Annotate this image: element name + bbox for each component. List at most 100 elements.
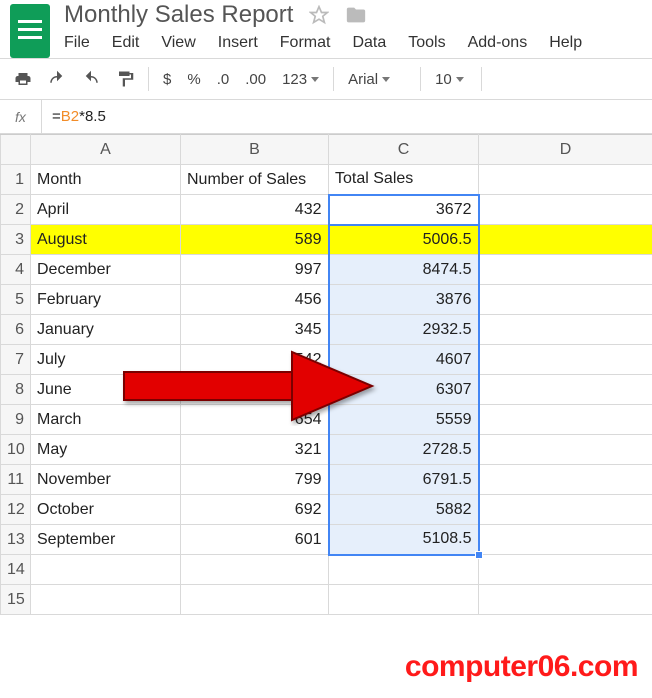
cell[interactable]: 5559: [329, 405, 479, 435]
paint-format-button[interactable]: [110, 64, 140, 94]
cell[interactable]: 4607: [329, 345, 479, 375]
cell[interactable]: May: [31, 435, 181, 465]
more-formats-button[interactable]: 123: [276, 71, 325, 88]
cell[interactable]: 589: [181, 225, 329, 255]
cell[interactable]: 654: [181, 405, 329, 435]
redo-button[interactable]: [76, 64, 106, 94]
cell[interactable]: January: [31, 315, 181, 345]
cell[interactable]: 321: [181, 435, 329, 465]
font-size-select[interactable]: 10: [429, 71, 473, 88]
row-header[interactable]: 1: [1, 165, 31, 195]
increase-decimal-button[interactable]: .00: [239, 71, 272, 88]
cell[interactable]: [479, 375, 652, 405]
row-header[interactable]: 14: [1, 555, 31, 585]
column-header-d[interactable]: D: [479, 135, 652, 165]
row-header[interactable]: 8: [1, 375, 31, 405]
cell[interactable]: Month: [31, 165, 181, 195]
cell[interactable]: [479, 405, 652, 435]
cell[interactable]: [181, 585, 329, 615]
column-header-c[interactable]: C: [329, 135, 479, 165]
percent-format-button[interactable]: %: [181, 71, 206, 88]
cell[interactable]: December: [31, 255, 181, 285]
menu-help[interactable]: Help: [549, 34, 582, 52]
cell[interactable]: [31, 585, 181, 615]
select-all-corner[interactable]: [1, 135, 31, 165]
cell[interactable]: 3876: [329, 285, 479, 315]
menu-view[interactable]: View: [161, 34, 195, 52]
cell[interactable]: November: [31, 465, 181, 495]
cell[interactable]: [479, 345, 652, 375]
cell[interactable]: [479, 525, 652, 555]
cell[interactable]: 6791.5: [329, 465, 479, 495]
cell[interactable]: [479, 255, 652, 285]
row-header[interactable]: 10: [1, 435, 31, 465]
cell[interactable]: [479, 225, 652, 255]
print-button[interactable]: [8, 64, 38, 94]
cell[interactable]: [479, 495, 652, 525]
font-family-select[interactable]: Arial: [342, 71, 412, 88]
row-header[interactable]: 2: [1, 195, 31, 225]
cell[interactable]: October: [31, 495, 181, 525]
row-header[interactable]: 6: [1, 315, 31, 345]
cell[interactable]: 542: [181, 345, 329, 375]
menu-file[interactable]: File: [64, 34, 90, 52]
menu-tools[interactable]: Tools: [408, 34, 445, 52]
cell[interactable]: 2728.5: [329, 435, 479, 465]
cell[interactable]: [479, 435, 652, 465]
cell[interactable]: [181, 555, 329, 585]
row-header[interactable]: 7: [1, 345, 31, 375]
sheets-app-icon[interactable]: [10, 4, 50, 58]
cell[interactable]: [479, 555, 652, 585]
cell[interactable]: 692: [181, 495, 329, 525]
row-header[interactable]: 11: [1, 465, 31, 495]
cell[interactable]: 5882: [329, 495, 479, 525]
cell[interactable]: [329, 555, 479, 585]
document-title[interactable]: Monthly Sales Report: [64, 1, 293, 29]
cell[interactable]: June: [31, 375, 181, 405]
cell[interactable]: 6307: [329, 375, 479, 405]
cell[interactable]: February: [31, 285, 181, 315]
cell[interactable]: Total Sales: [329, 165, 479, 195]
star-icon[interactable]: [309, 5, 329, 25]
cell[interactable]: [479, 465, 652, 495]
menu-format[interactable]: Format: [280, 34, 331, 52]
cell[interactable]: 456: [181, 285, 329, 315]
cell[interactable]: 8474.5: [329, 255, 479, 285]
fill-handle[interactable]: [475, 551, 483, 559]
folder-icon[interactable]: [345, 4, 367, 26]
cell[interactable]: 742: [181, 375, 329, 405]
cell[interactable]: [329, 585, 479, 615]
menu-data[interactable]: Data: [352, 34, 386, 52]
cell[interactable]: [479, 585, 652, 615]
column-header-b[interactable]: B: [181, 135, 329, 165]
menu-insert[interactable]: Insert: [218, 34, 258, 52]
row-header[interactable]: 12: [1, 495, 31, 525]
cell[interactable]: April: [31, 195, 181, 225]
row-header[interactable]: 13: [1, 525, 31, 555]
cell[interactable]: 5006.5: [329, 225, 479, 255]
cell[interactable]: 432: [181, 195, 329, 225]
cell[interactable]: 799: [181, 465, 329, 495]
row-header[interactable]: 15: [1, 585, 31, 615]
cell[interactable]: Number of Sales: [181, 165, 329, 195]
cell[interactable]: 997: [181, 255, 329, 285]
formula-input[interactable]: =B2*8.5: [42, 108, 652, 125]
row-header[interactable]: 5: [1, 285, 31, 315]
cell[interactable]: 3672: [329, 195, 479, 225]
cell[interactable]: August: [31, 225, 181, 255]
menu-edit[interactable]: Edit: [112, 34, 140, 52]
cell[interactable]: [479, 195, 652, 225]
row-header[interactable]: 4: [1, 255, 31, 285]
cell[interactable]: [479, 285, 652, 315]
column-header-a[interactable]: A: [31, 135, 181, 165]
cell[interactable]: [479, 165, 652, 195]
decrease-decimal-button[interactable]: .0: [211, 71, 236, 88]
menu-add-ons[interactable]: Add-ons: [468, 34, 528, 52]
cell[interactable]: 2932.5: [329, 315, 479, 345]
cell[interactable]: March: [31, 405, 181, 435]
currency-format-button[interactable]: $: [157, 71, 177, 88]
cell[interactable]: [31, 555, 181, 585]
cell[interactable]: July: [31, 345, 181, 375]
spreadsheet-grid[interactable]: A B C D 1MonthNumber of SalesTotal Sales…: [0, 134, 652, 615]
cell[interactable]: 601: [181, 525, 329, 555]
